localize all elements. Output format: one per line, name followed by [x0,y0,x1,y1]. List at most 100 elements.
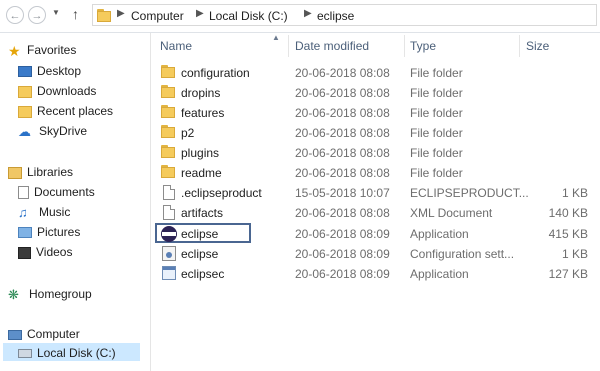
file-date-modified: 20-06-2018 08:08 [295,146,390,160]
nav-homegroup[interactable]: ❋ Homegroup [8,285,92,303]
computer-icon [8,329,22,340]
column-divider[interactable] [404,35,405,57]
file-size: 415 KB [548,227,588,241]
file-row[interactable]: eclipse 20-06-2018 08:09 Configuration s… [155,244,600,264]
file-size: 127 KB [548,267,588,281]
folder-icon [161,125,177,141]
file-type: XML Document [410,206,493,220]
recent-locations-chevron-down-icon[interactable]: ▼ [52,9,60,17]
star-icon: ★ [8,42,21,59]
file-date-modified: 20-06-2018 08:08 [295,66,390,80]
skydrive-cloud-icon: ☁ [18,123,31,139]
nav-item-documents[interactable]: Documents [18,183,95,201]
nav-item-desktop[interactable]: Desktop [18,62,81,80]
file-type: File folder [410,146,463,160]
column-header-size[interactable]: Size [526,33,549,59]
file-name: eclipse [181,227,219,241]
folder-icon [97,9,113,22]
homegroup-icon: ❋ [8,286,19,302]
videos-icon [18,246,31,259]
file-date-modified: 20-06-2018 08:08 [295,86,390,100]
back-button[interactable]: ← [6,6,24,24]
file-date-modified: 20-06-2018 08:08 [295,206,390,220]
file-row-highlighted[interactable]: eclipse 20-06-2018 08:09 Application 415… [155,223,600,244]
downloads-folder-icon [18,85,32,98]
file-date-modified: 20-06-2018 08:09 [295,227,390,241]
nav-item-pictures[interactable]: Pictures [18,223,80,241]
nav-favorites-label: Favorites [27,43,77,57]
drive-icon [18,349,32,359]
file-row[interactable]: .eclipseproduct 15-05-2018 10:07 ECLIPSE… [155,183,600,203]
file-date-modified: 20-06-2018 08:09 [295,247,390,261]
file-size: 1 KB [561,186,588,200]
nav-item-label: Desktop [37,64,82,78]
file-type: Configuration sett... [410,247,515,261]
libraries-icon [8,166,22,179]
nav-item-label: SkyDrive [39,124,88,138]
folder-icon [161,105,177,121]
nav-item-label: Videos [36,245,73,259]
breadcrumb-computer[interactable]: Computer [131,9,184,23]
forward-button[interactable]: → [28,6,46,24]
file-size: 1 KB [561,247,588,261]
file-name: artifacts [181,206,224,220]
column-divider[interactable] [288,35,289,57]
file-type: File folder [410,166,463,180]
file-row[interactable]: eclipsec 20-06-2018 08:09 Application 12… [155,264,600,284]
chevron-right-icon: ▶ [196,8,204,19]
file-type: File folder [410,106,463,120]
file-size: 140 KB [548,206,588,220]
nav-item-skydrive[interactable]: ☁ SkyDrive [18,122,87,140]
file-type: Application [410,267,469,281]
nav-computer-label: Computer [27,327,80,341]
file-row[interactable]: artifacts 20-06-2018 08:08 XML Document … [155,203,600,223]
file-name: configuration [181,66,250,80]
nav-item-downloads[interactable]: Downloads [18,82,96,100]
nav-item-recent-places[interactable]: Recent places [18,102,113,120]
nav-item-local-disk[interactable]: Local Disk (C:) [3,343,140,361]
nav-libraries[interactable]: Libraries [8,163,73,181]
file-type: Application [410,227,469,241]
nav-item-music[interactable]: ♫ Music [18,203,70,221]
address-bar[interactable]: ▶ Computer ▶ Local Disk (C:) ▶ eclipse [92,4,597,26]
address-toolbar: ← → ▼ ↑ ▶ Computer ▶ Local Disk (C:) ▶ e… [0,0,600,33]
file-row[interactable]: features 20-06-2018 08:08 File folder [155,103,600,123]
documents-icon [18,186,29,200]
file-row[interactable]: dropins 20-06-2018 08:08 File folder [155,83,600,103]
file-name: p2 [181,126,195,140]
document-icon [161,185,177,201]
breadcrumb-local-disk[interactable]: Local Disk (C:) [209,9,288,23]
column-header-type[interactable]: Type [410,33,436,59]
file-name: .eclipseproduct [181,186,262,200]
file-date-modified: 15-05-2018 10:07 [295,186,390,200]
file-date-modified: 20-06-2018 08:08 [295,106,390,120]
chevron-right-icon: ▶ [117,8,125,19]
file-row[interactable]: plugins 20-06-2018 08:08 File folder [155,143,600,163]
nav-item-label: Documents [34,185,95,199]
nav-computer[interactable]: Computer [8,325,80,343]
column-header-name[interactable]: Name [160,33,192,59]
file-name: eclipse [181,247,219,261]
column-header-date-modified[interactable]: Date modified [295,33,369,59]
music-note-icon: ♫ [18,204,28,220]
file-date-modified: 20-06-2018 08:09 [295,267,390,281]
file-type: File folder [410,86,463,100]
file-type: File folder [410,126,463,140]
file-name: dropins [181,86,221,100]
breadcrumb-eclipse[interactable]: eclipse [317,9,354,23]
folder-icon [161,145,177,161]
column-divider[interactable] [519,35,520,57]
navigation-pane: ★ Favorites Desktop Downloads Recent plac… [0,33,151,371]
nav-homegroup-label: Homegroup [29,287,92,301]
file-row[interactable]: p2 20-06-2018 08:08 File folder [155,123,600,143]
chevron-right-icon: ▶ [304,8,312,19]
up-arrow-icon[interactable]: ↑ [72,6,79,22]
config-icon [161,246,177,262]
file-row[interactable]: configuration 20-06-2018 08:08 File fold… [155,63,600,83]
folder-icon [161,65,177,81]
folder-icon [161,165,177,181]
file-row[interactable]: readme 20-06-2018 08:08 File folder [155,163,600,183]
nav-item-videos[interactable]: Videos [18,243,72,261]
nav-favorites[interactable]: ★ Favorites [8,41,76,59]
file-type: ECLIPSEPRODUCT... [410,186,529,200]
